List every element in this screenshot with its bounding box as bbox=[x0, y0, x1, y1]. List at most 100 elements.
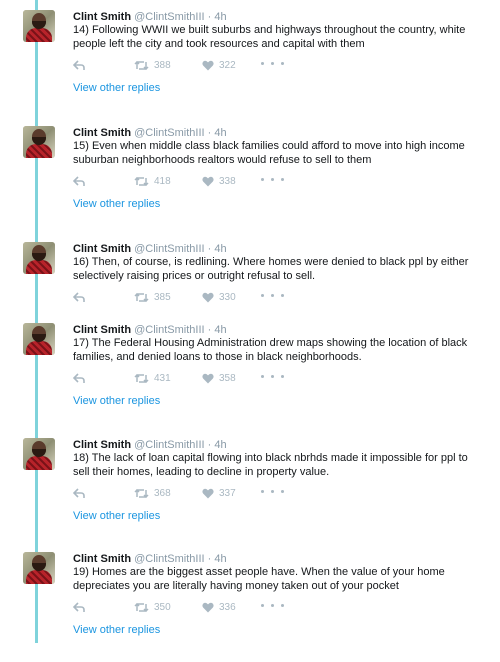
author-name[interactable]: Clint Smith bbox=[73, 324, 131, 336]
reply-button[interactable] bbox=[73, 60, 85, 71]
like-button[interactable]: 322 bbox=[202, 60, 236, 71]
tweet-actions: 368 337 bbox=[73, 488, 373, 502]
tweet-text: 16) Then, of course, is redlining. Where… bbox=[73, 256, 469, 282]
reply-icon bbox=[73, 602, 85, 612]
separator: · bbox=[207, 127, 212, 139]
timestamp[interactable]: 4h bbox=[214, 553, 226, 565]
reply-icon bbox=[73, 292, 85, 302]
retweet-button[interactable]: 368 bbox=[134, 488, 171, 499]
more-icon[interactable] bbox=[261, 604, 286, 607]
view-other-replies-link[interactable]: View other replies bbox=[73, 624, 160, 636]
retweet-button[interactable]: 418 bbox=[134, 176, 171, 187]
retweet-count: 368 bbox=[154, 488, 171, 499]
author-name[interactable]: Clint Smith bbox=[73, 127, 131, 139]
like-button[interactable]: 336 bbox=[202, 602, 236, 613]
avatar[interactable] bbox=[23, 242, 55, 274]
view-other-replies-link[interactable]: View other replies bbox=[73, 395, 160, 407]
tweet[interactable]: Clint Smith @ClintSmithIII · 4h 15) Even… bbox=[0, 126, 500, 236]
like-icon bbox=[202, 292, 214, 303]
more-icon[interactable] bbox=[261, 62, 286, 65]
reply-icon bbox=[73, 373, 85, 383]
reply-button[interactable] bbox=[73, 488, 85, 499]
tweet[interactable]: Clint Smith @ClintSmithIII · 4h 17) The … bbox=[0, 323, 500, 433]
reply-icon bbox=[73, 488, 85, 498]
retweet-icon bbox=[134, 488, 149, 499]
retweet-button[interactable]: 385 bbox=[134, 292, 171, 303]
author-handle[interactable]: @ClintSmithIII bbox=[134, 127, 204, 139]
author-handle[interactable]: @ClintSmithIII bbox=[134, 324, 204, 336]
retweet-icon bbox=[134, 602, 149, 613]
more-icon[interactable] bbox=[261, 490, 286, 493]
avatar[interactable] bbox=[23, 438, 55, 470]
author-name[interactable]: Clint Smith bbox=[73, 553, 131, 565]
tweet-actions: 388 322 bbox=[73, 60, 373, 74]
tweet[interactable]: Clint Smith @ClintSmithIII · 4h 18) The … bbox=[0, 438, 500, 548]
like-icon bbox=[202, 60, 214, 71]
timestamp[interactable]: 4h bbox=[214, 439, 226, 451]
like-button[interactable]: 358 bbox=[202, 373, 236, 384]
like-count: 330 bbox=[219, 292, 236, 303]
like-count: 358 bbox=[219, 373, 236, 384]
tweet-header: Clint Smith @ClintSmithIII · 4h bbox=[73, 439, 227, 451]
timestamp[interactable]: 4h bbox=[214, 324, 226, 336]
like-button[interactable]: 330 bbox=[202, 292, 236, 303]
tweet-actions: 385 330 bbox=[73, 292, 373, 306]
separator: · bbox=[207, 324, 212, 336]
author-handle[interactable]: @ClintSmithIII bbox=[134, 11, 204, 23]
retweet-count: 350 bbox=[154, 602, 171, 613]
retweet-button[interactable]: 350 bbox=[134, 602, 171, 613]
retweet-count: 385 bbox=[154, 292, 171, 303]
author-name[interactable]: Clint Smith bbox=[73, 11, 131, 23]
like-icon bbox=[202, 602, 214, 613]
tweet[interactable]: Clint Smith @ClintSmithIII · 4h 19) Home… bbox=[0, 552, 500, 662]
reply-icon bbox=[73, 176, 85, 186]
avatar[interactable] bbox=[23, 552, 55, 584]
tweet-header: Clint Smith @ClintSmithIII · 4h bbox=[73, 243, 227, 255]
tweet-text: 19) Homes are the biggest asset people h… bbox=[73, 566, 445, 592]
like-count: 322 bbox=[219, 60, 236, 71]
tweet[interactable]: Clint Smith @ClintSmithIII · 4h 14) Foll… bbox=[0, 10, 500, 120]
reply-button[interactable] bbox=[73, 602, 85, 613]
view-other-replies-link[interactable]: View other replies bbox=[73, 510, 160, 522]
separator: · bbox=[207, 243, 212, 255]
avatar[interactable] bbox=[23, 126, 55, 158]
author-name[interactable]: Clint Smith bbox=[73, 243, 131, 255]
like-count: 336 bbox=[219, 602, 236, 613]
author-handle[interactable]: @ClintSmithIII bbox=[134, 439, 204, 451]
retweet-button[interactable]: 388 bbox=[134, 60, 171, 71]
timestamp[interactable]: 4h bbox=[214, 243, 226, 255]
tweet-actions: 418 338 bbox=[73, 176, 373, 190]
reply-button[interactable] bbox=[73, 176, 85, 187]
view-other-replies-link[interactable]: View other replies bbox=[73, 198, 160, 210]
more-icon[interactable] bbox=[261, 178, 286, 181]
more-icon[interactable] bbox=[261, 375, 286, 378]
like-icon bbox=[202, 373, 214, 384]
retweet-count: 431 bbox=[154, 373, 171, 384]
more-icon[interactable] bbox=[261, 294, 286, 297]
tweet-header: Clint Smith @ClintSmithIII · 4h bbox=[73, 553, 227, 565]
like-button[interactable]: 338 bbox=[202, 176, 236, 187]
tweet-text: 18) The lack of loan capital flowing int… bbox=[73, 452, 468, 478]
reply-button[interactable] bbox=[73, 373, 85, 384]
avatar[interactable] bbox=[23, 10, 55, 42]
view-other-replies-link[interactable]: View other replies bbox=[73, 82, 160, 94]
retweet-icon bbox=[134, 176, 149, 187]
author-handle[interactable]: @ClintSmithIII bbox=[134, 243, 204, 255]
reply-button[interactable] bbox=[73, 292, 85, 303]
like-button[interactable]: 337 bbox=[202, 488, 236, 499]
retweet-count: 388 bbox=[154, 60, 171, 71]
like-count: 338 bbox=[219, 176, 236, 187]
retweet-icon bbox=[134, 292, 149, 303]
author-name[interactable]: Clint Smith bbox=[73, 439, 131, 451]
timestamp[interactable]: 4h bbox=[214, 127, 226, 139]
author-handle[interactable]: @ClintSmithIII bbox=[134, 553, 204, 565]
like-icon bbox=[202, 488, 214, 499]
retweet-button[interactable]: 431 bbox=[134, 373, 171, 384]
timestamp[interactable]: 4h bbox=[214, 11, 226, 23]
avatar[interactable] bbox=[23, 323, 55, 355]
tweet-actions: 431 358 bbox=[73, 373, 373, 387]
reply-icon bbox=[73, 60, 85, 70]
tweet-header: Clint Smith @ClintSmithIII · 4h bbox=[73, 11, 227, 23]
separator: · bbox=[207, 553, 212, 565]
separator: · bbox=[207, 11, 212, 23]
